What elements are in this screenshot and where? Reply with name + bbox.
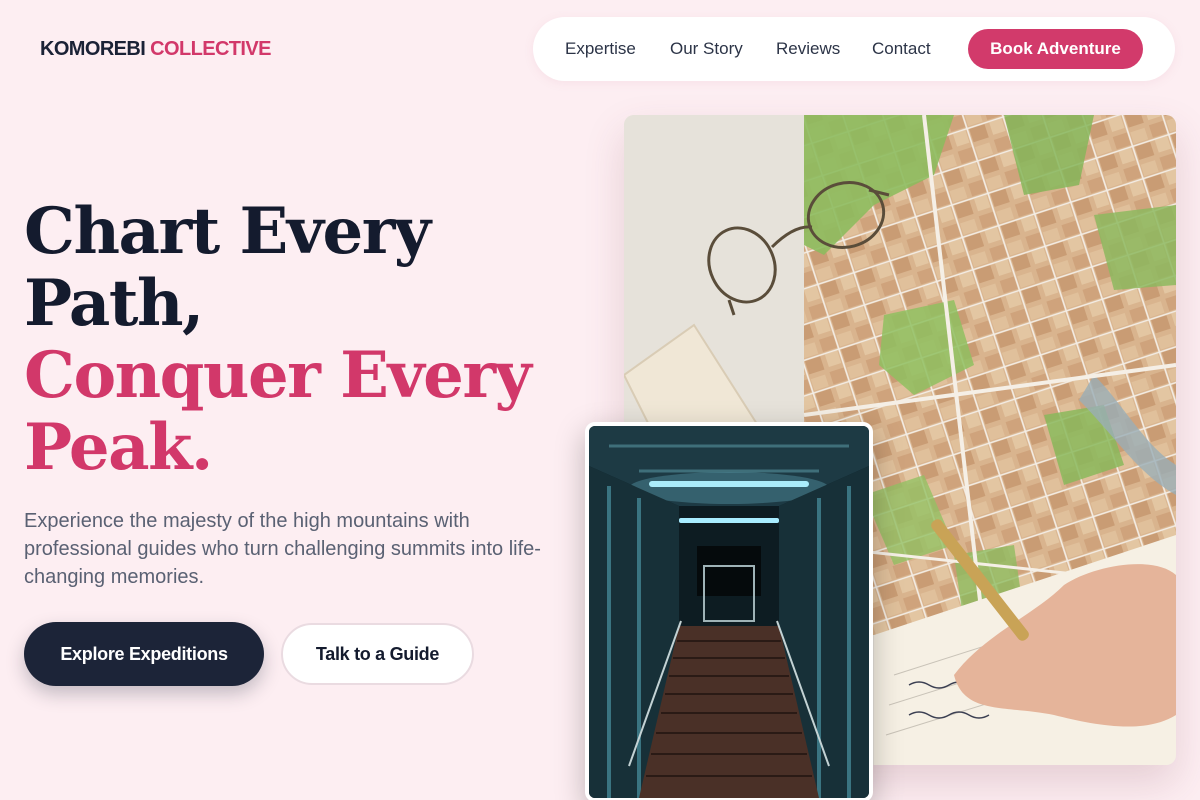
- headline-line-1: Chart Every: [24, 194, 431, 269]
- explore-expeditions-button[interactable]: Explore Expeditions: [24, 622, 264, 686]
- brand-logo[interactable]: KOMOREBI COLLECTIVE: [40, 38, 271, 61]
- nav-link-contact[interactable]: Contact: [872, 39, 931, 59]
- headline-line-2: Path,: [24, 266, 204, 341]
- main-navigation: Expertise Our Story Reviews Contact Book…: [533, 17, 1175, 81]
- headline-line-4: Peak.: [24, 410, 213, 485]
- nav-link-our-story[interactable]: Our Story: [670, 39, 743, 59]
- hero-headline: Chart Every Path, Conquer Every Peak.: [24, 196, 584, 484]
- brand-name-part2: COLLECTIVE: [150, 38, 271, 60]
- nav-link-reviews[interactable]: Reviews: [776, 39, 840, 59]
- nav-link-expertise[interactable]: Expertise: [565, 39, 636, 59]
- headline-line-3: Conquer Every: [24, 338, 532, 413]
- talk-to-guide-button[interactable]: Talk to a Guide: [281, 623, 474, 685]
- brand-name-part1: KOMOREBI: [40, 38, 146, 60]
- book-adventure-button[interactable]: Book Adventure: [968, 29, 1143, 69]
- stairway-photo: [585, 422, 873, 800]
- hero-subtitle: Experience the majesty of the high mount…: [24, 510, 541, 588]
